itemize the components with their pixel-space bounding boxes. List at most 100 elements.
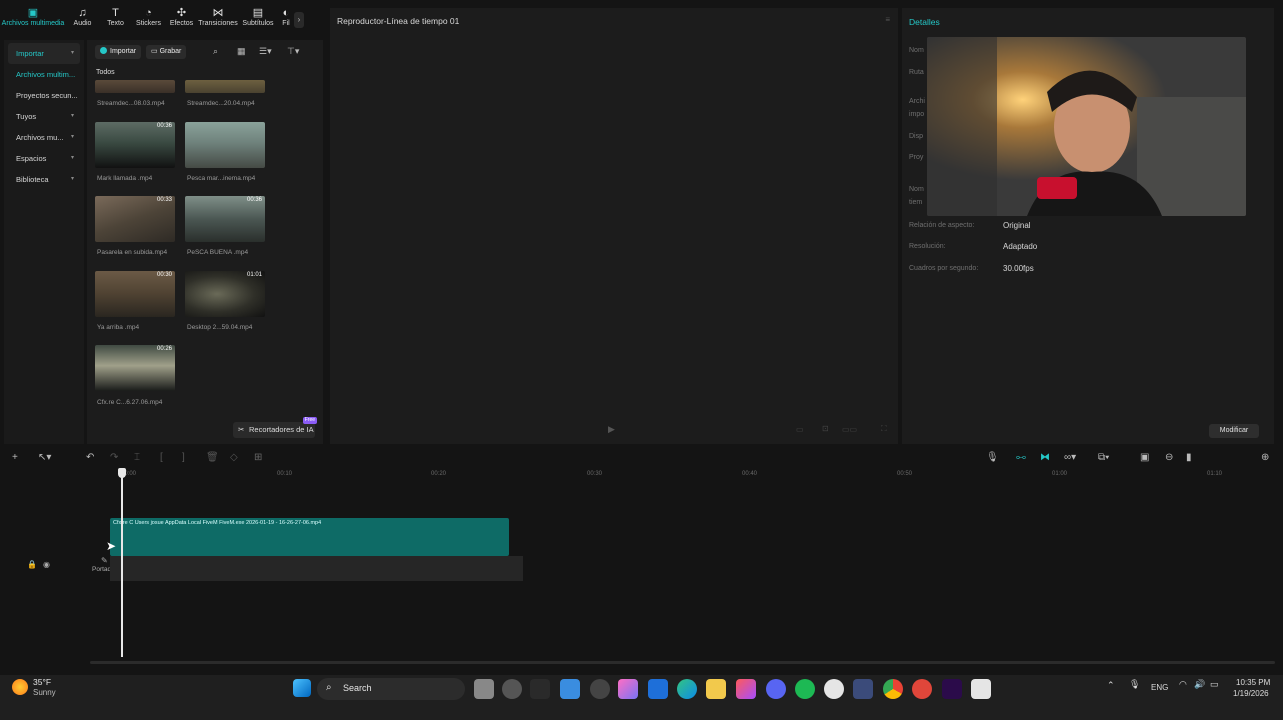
import-button[interactable]: Importar: [95, 45, 142, 59]
filter-icon[interactable]: ⊤▾: [287, 46, 299, 57]
ai-cutters-button[interactable]: ✂ Recortadores de IA Free: [233, 417, 317, 438]
spotify-icon[interactable]: [795, 679, 815, 699]
search-icon[interactable]: ⌕: [213, 46, 218, 57]
task-view-icon[interactable]: [474, 679, 494, 699]
app-icon[interactable]: [502, 679, 522, 699]
sidebar-item-library[interactable]: Biblioteca ▾: [8, 169, 80, 190]
windows-start-icon[interactable]: [293, 679, 311, 697]
snapshot-icon[interactable]: ⊡: [822, 424, 829, 433]
media-thumbnail[interactable]: 00:33: [95, 196, 175, 242]
tab-filters[interactable]: ◐ Fil: [278, 6, 294, 36]
undo-icon[interactable]: ↶: [86, 452, 94, 463]
add-track-icon[interactable]: +: [12, 452, 18, 463]
tabs-scroll-right-button[interactable]: ›: [294, 12, 304, 28]
sidebar-item-yours[interactable]: Tuyos ▾: [8, 106, 80, 127]
magnet-icon[interactable]: ⧓: [1040, 452, 1050, 463]
timeline-ruler[interactable]: 00:00 00:10 00:20 00:30 00:40 00:50 01:0…: [88, 468, 1283, 482]
delete-icon[interactable]: 🗑: [206, 452, 219, 463]
link-icon[interactable]: ⧟: [1016, 452, 1026, 463]
app-icon[interactable]: [912, 679, 932, 699]
sort-icon[interactable]: ☰▾: [259, 46, 272, 57]
sidebar-item-media-archive[interactable]: Archivos mu... ▾: [8, 127, 80, 148]
import-icon: [100, 47, 107, 54]
menu-icon[interactable]: ≡: [885, 15, 890, 24]
media-thumbnail[interactable]: 00:30: [95, 271, 175, 317]
volume-icon[interactable]: 🔊: [1194, 679, 1205, 690]
play-icon[interactable]: ▶: [608, 424, 615, 435]
split-icon[interactable]: ⌶: [134, 452, 140, 463]
sidebar-item-import[interactable]: Importar ▾: [8, 43, 80, 64]
edit-cover-icon[interactable]: ✎: [101, 556, 108, 565]
edge-icon[interactable]: [677, 679, 697, 699]
premiere-icon[interactable]: [942, 679, 962, 699]
app-icon[interactable]: [853, 679, 873, 699]
media-thumbnail[interactable]: 00:26: [95, 345, 175, 391]
zoom-out-icon[interactable]: ⊖: [1165, 452, 1173, 463]
preview-quality-icon[interactable]: ▣: [1140, 452, 1149, 463]
quality-icon[interactable]: ▭: [796, 425, 804, 434]
capcut-icon[interactable]: [530, 679, 550, 699]
ratio-icon[interactable]: ▭▭: [842, 425, 857, 434]
microphone-icon[interactable]: 🎙: [1129, 679, 1140, 690]
weather-temp[interactable]: 35°F: [33, 677, 51, 687]
tab-transitions[interactable]: ⋈ Transiciones: [198, 6, 238, 36]
media-thumbnail[interactable]: 01:01: [185, 271, 265, 317]
grid-view-icon[interactable]: ▦: [237, 46, 246, 57]
sidebar-item-secondary-projects[interactable]: Proyectos secun...: [8, 85, 80, 106]
vs-code-icon[interactable]: [648, 679, 668, 699]
eye-icon[interactable]: ◉: [43, 560, 50, 569]
steam-icon[interactable]: [590, 679, 610, 699]
trim-right-icon[interactable]: ]: [182, 452, 185, 463]
tab-effects[interactable]: ✣ Efectos: [165, 6, 198, 36]
calendar-icon[interactable]: [560, 679, 580, 699]
search-bar[interactable]: ⌕ Search: [317, 678, 465, 700]
ripple-icon[interactable]: ⧉▾: [1098, 452, 1109, 463]
chrome-icon[interactable]: [883, 679, 903, 699]
record-button[interactable]: ▭ Grabar: [146, 45, 187, 59]
tab-media[interactable]: ▣ Archivos multimedia: [0, 6, 66, 36]
media-item-name: PeSCA BUENA .mp4: [187, 249, 249, 256]
tab-stickers[interactable]: ◔ Stickers: [132, 6, 165, 36]
capcut-app-icon[interactable]: [971, 679, 991, 699]
tab-subtitles[interactable]: ▤ Subtítulos: [238, 6, 278, 36]
redo-icon[interactable]: ↷: [110, 452, 118, 463]
crop-icon[interactable]: ⊞: [254, 452, 262, 463]
clock-time[interactable]: 10:35 PM: [1236, 678, 1270, 687]
timeline-clip[interactable]: Cfx.re C Users josue AppData Local FiveM…: [110, 518, 509, 556]
copilot-icon[interactable]: [618, 679, 638, 699]
lock-icon[interactable]: 🔒: [27, 560, 37, 569]
sidebar-item-spaces[interactable]: Espacios ▾: [8, 148, 80, 169]
microphone-icon[interactable]: 🎙: [986, 452, 999, 463]
tab-audio[interactable]: ♫ Audio: [66, 6, 99, 36]
weather-sun-icon[interactable]: [12, 679, 28, 695]
obs-icon[interactable]: [824, 679, 844, 699]
battery-icon[interactable]: ▭: [1210, 679, 1219, 690]
sidebar-item-media-files[interactable]: Archivos multim...: [8, 64, 80, 85]
fullscreen-icon[interactable]: ⛶: [881, 424, 887, 434]
chevron-up-icon[interactable]: ⌃: [1107, 680, 1115, 691]
wifi-icon[interactable]: ◠: [1179, 679, 1187, 690]
weather-desc[interactable]: Sunny: [33, 688, 56, 697]
tab-text[interactable]: T Texto: [99, 6, 132, 36]
snap-icon[interactable]: ∞▾: [1064, 452, 1076, 463]
playhead-handle[interactable]: [118, 468, 126, 478]
zoom-slider-icon[interactable]: ▮: [1186, 452, 1192, 463]
modify-button[interactable]: Modificar: [1209, 424, 1259, 438]
media-thumbnail[interactable]: 00:36: [185, 196, 265, 242]
media-thumbnail[interactable]: [185, 80, 265, 93]
discord-icon[interactable]: [766, 679, 786, 699]
marker-icon[interactable]: ◇: [230, 452, 238, 463]
detail-label: Disp: [909, 133, 924, 140]
language-indicator[interactable]: ENG: [1151, 683, 1168, 692]
media-thumbnail[interactable]: [185, 122, 265, 168]
timeline-scrollbar[interactable]: [90, 661, 1275, 664]
file-explorer-icon[interactable]: [706, 679, 726, 699]
media-thumbnail[interactable]: [95, 80, 175, 93]
media-thumbnail[interactable]: 00:36: [95, 122, 175, 168]
trim-left-icon[interactable]: [: [160, 452, 163, 463]
zoom-in-icon[interactable]: ⊕: [1261, 452, 1269, 463]
photos-icon[interactable]: [736, 679, 756, 699]
playhead[interactable]: [121, 468, 123, 657]
clock-date[interactable]: 1/19/2026: [1233, 689, 1269, 698]
select-tool-icon[interactable]: ↖▾: [38, 452, 51, 463]
